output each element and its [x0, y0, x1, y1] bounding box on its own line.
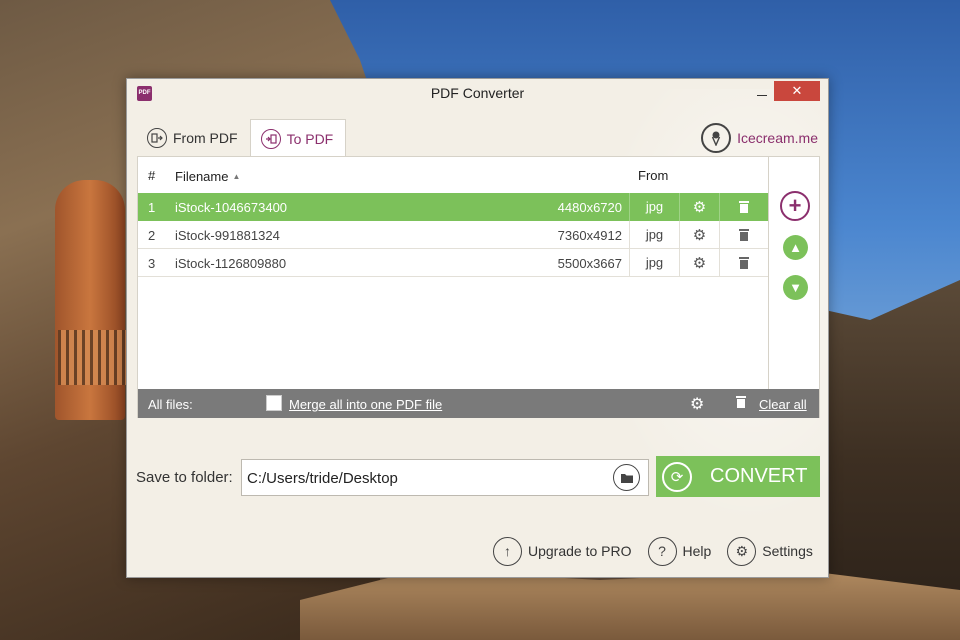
plus-icon: + [788, 193, 802, 218]
tab-from-pdf-label: From PDF [173, 129, 238, 146]
save-folder-label: Save to folder: [136, 469, 233, 486]
minimize-button[interactable] [752, 83, 772, 101]
column-header-filename-label: Filename [175, 169, 229, 184]
trash-icon [739, 257, 749, 269]
brand-label: Icecream.me [737, 130, 818, 146]
all-files-bar: All files: Merge all into one PDF file ⚙… [138, 389, 819, 418]
gear-icon: ⚙ [692, 199, 707, 216]
row-resolution: 5500x3667 [557, 256, 622, 271]
from-pdf-icon [147, 127, 167, 148]
file-list-panel: # Filename ▲ From 1 iStock-1046673400 448… [137, 156, 820, 418]
clear-all-link[interactable]: Clear all [759, 397, 807, 412]
gear-icon: ⚙ [727, 536, 757, 566]
column-header-number: # [148, 168, 156, 183]
table-row[interactable]: 1 iStock-1046673400 4480x6720 jpg ⚙ [138, 193, 768, 221]
add-file-button[interactable]: + [780, 191, 810, 221]
save-folder-path: C:/Users/tride/Desktop [247, 470, 398, 487]
gear-icon: ⚙ [692, 227, 707, 244]
icecream-logo-icon [701, 123, 732, 153]
row-filename: iStock-1046673400 [175, 200, 288, 215]
tab-bar: From PDF To PDF [137, 119, 347, 157]
title-bar[interactable]: PDF PDF Converter ✕ [127, 79, 828, 106]
help-icon: ? [647, 536, 677, 566]
sort-ascending-icon: ▲ [232, 172, 241, 181]
all-delete-button[interactable] [735, 395, 747, 412]
window-title: PDF Converter [430, 84, 525, 101]
row-resolution: 4480x6720 [557, 200, 622, 215]
row-delete-button[interactable] [719, 193, 768, 221]
browse-folder-button[interactable] [613, 464, 640, 491]
brand-link[interactable]: Icecream.me [701, 123, 818, 153]
help-button[interactable]: ? Help [647, 536, 712, 566]
close-icon: ✕ [791, 83, 803, 98]
column-header-filename[interactable]: Filename ▲ [175, 169, 240, 184]
help-label: Help [682, 543, 712, 559]
tab-from-pdf[interactable]: From PDF [137, 119, 250, 156]
row-settings-button[interactable]: ⚙ [679, 193, 719, 221]
upgrade-label: Upgrade to PRO [528, 543, 632, 559]
row-number: 2 [148, 228, 156, 243]
table-row[interactable]: 2 iStock-991881324 7360x4912 jpg ⚙ [138, 221, 768, 249]
row-format: jpg [629, 249, 679, 277]
row-filename: iStock-1126809880 [175, 256, 287, 271]
row-number: 3 [148, 256, 156, 271]
column-header-from: From [638, 168, 669, 183]
upgrade-button[interactable]: ↑ Upgrade to PRO [493, 536, 632, 566]
gear-icon: ⚙ [692, 255, 707, 272]
save-folder-field[interactable]: C:/Users/tride/Desktop [241, 459, 649, 496]
settings-button[interactable]: ⚙ Settings [727, 536, 813, 566]
folder-icon [620, 473, 633, 483]
row-delete-button[interactable] [719, 221, 768, 249]
arrow-up-icon: ▲ [789, 240, 802, 255]
convert-button[interactable]: ⟳ CONVERT [656, 456, 820, 497]
arrow-up-circle-icon: ↑ [493, 536, 522, 566]
convert-label: CONVERT [710, 465, 808, 487]
settings-label: Settings [762, 543, 813, 559]
row-filename: iStock-991881324 [175, 228, 280, 243]
row-resolution: 7360x4912 [557, 228, 622, 243]
list-divider [768, 157, 769, 389]
minimize-icon [757, 95, 767, 96]
table-header: # Filename ▲ From [138, 157, 768, 193]
merge-checkbox[interactable] [266, 395, 282, 411]
table-row[interactable]: 3 iStock-1126809880 5500x3667 jpg ⚙ [138, 249, 768, 277]
to-pdf-icon [260, 128, 281, 149]
row-format: jpg [629, 221, 679, 249]
tab-to-pdf[interactable]: To PDF [249, 119, 347, 157]
move-down-button[interactable]: ▼ [783, 275, 808, 300]
all-files-label: All files: [148, 397, 193, 412]
row-format: jpg [629, 193, 679, 221]
move-up-button[interactable]: ▲ [783, 235, 808, 260]
tab-to-pdf-label: To PDF [286, 130, 334, 147]
arrow-down-icon: ▼ [789, 280, 802, 295]
pdf-app-icon: PDF [137, 86, 152, 101]
trash-icon [739, 229, 749, 241]
desktop-mountain [300, 570, 960, 640]
merge-label[interactable]: Merge all into one PDF file [289, 397, 442, 412]
trash-icon [736, 396, 746, 408]
desktop-monastery-balcony [58, 330, 128, 385]
close-button[interactable]: ✕ [774, 81, 820, 101]
row-delete-button[interactable] [719, 249, 768, 277]
trash-icon [739, 201, 749, 213]
row-settings-button[interactable]: ⚙ [679, 221, 719, 249]
row-number: 1 [148, 200, 156, 215]
gear-icon: ⚙ [690, 396, 705, 413]
footer-bar: ↑ Upgrade to PRO ? Help ⚙ Settings [493, 536, 813, 566]
refresh-icon: ⟳ [662, 461, 692, 492]
all-settings-button[interactable]: ⚙ [690, 394, 704, 414]
row-settings-button[interactable]: ⚙ [679, 249, 719, 277]
app-window: PDF PDF Converter ✕ From PDF To PDF Icec… [126, 78, 829, 578]
